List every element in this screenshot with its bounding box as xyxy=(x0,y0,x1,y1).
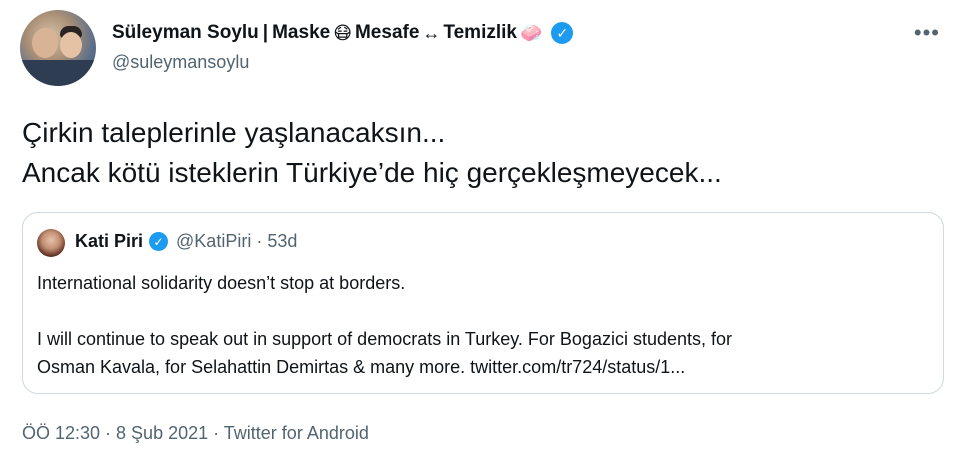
quoted-paragraph: I will continue to speak out in support … xyxy=(37,329,733,349)
quoted-tweet-text: International solidarity doesn’t stop at… xyxy=(37,269,927,381)
tagline-word: Maske xyxy=(272,22,331,43)
quoted-author-avatar xyxy=(37,229,65,257)
soap-emoji-icon: 🧼 xyxy=(519,22,543,43)
left-right-arrow-emoji-icon: ↔ xyxy=(422,22,441,43)
quoted-paragraph: International solidarity doesn’t stop at… xyxy=(37,273,406,293)
verified-badge-icon: ✓ xyxy=(551,22,574,44)
mask-emoji-icon: 😷 xyxy=(333,22,352,43)
author-display-name[interactable]: Süleyman Soylu | Maske 😷 Mesafe ↔ Temizl… xyxy=(112,22,574,44)
tweet-text: Çirkin taleplerinle yaşlanacaksın... Anc… xyxy=(22,113,722,193)
avatar-photo-face-child xyxy=(60,32,82,58)
name-separator: | xyxy=(262,22,269,43)
tagline-word: Mesafe xyxy=(354,22,420,43)
avatar-photo-face xyxy=(32,28,58,58)
more-options-icon[interactable]: ••• xyxy=(914,20,940,46)
author-name: Süleyman Soylu xyxy=(112,22,259,43)
quoted-author-handle-time: @KatiPiri · 53d xyxy=(176,231,298,251)
tagline-word: Temizlik xyxy=(443,22,517,43)
quoted-author-name: Kati Piri xyxy=(75,231,144,251)
author-avatar[interactable] xyxy=(20,10,96,86)
author-handle[interactable]: @suleymansoylu xyxy=(112,52,249,73)
quoted-tweet-card[interactable]: Kati Piri ✓ @KatiPiri · 53d Internationa… xyxy=(22,212,944,394)
verified-badge-icon: ✓ xyxy=(149,232,169,251)
tweet-line: Çirkin taleplerinle yaşlanacaksın... xyxy=(22,117,446,148)
avatar-photo-body xyxy=(20,60,96,86)
tweet-line: Ancak kötü isteklerin Türkiye’de hiç ger… xyxy=(22,157,722,188)
tweet-metadata[interactable]: ÖÖ 12:30 · 8 Şub 2021 · Twitter for Andr… xyxy=(22,423,369,444)
quoted-tweet-header: Kati Piri ✓ @KatiPiri · 53d xyxy=(75,231,297,252)
quoted-paragraph: Osman Kavala, for Selahattin Demirtas & … xyxy=(37,357,686,377)
